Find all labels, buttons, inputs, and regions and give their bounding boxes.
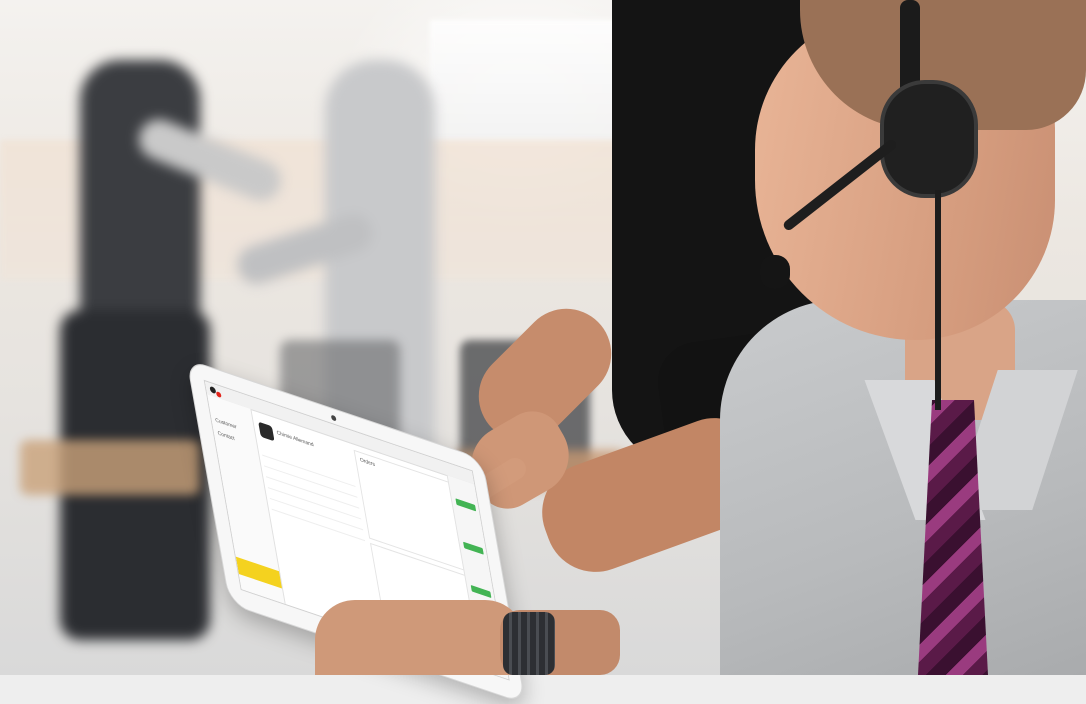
headset-cable xyxy=(935,190,941,410)
wristwatch-icon xyxy=(503,612,555,675)
sidebar-active-item[interactable] xyxy=(235,556,283,589)
section-label: Orders xyxy=(359,456,376,469)
action-button[interactable] xyxy=(455,498,477,512)
tablet-camera-icon xyxy=(330,414,337,422)
customer-avatar xyxy=(258,421,275,442)
walker-torso xyxy=(80,60,200,320)
chair-left xyxy=(20,440,200,495)
headset-earcup-icon xyxy=(880,80,978,198)
sidebar-item-customer[interactable]: Customer xyxy=(215,417,237,431)
action-button[interactable] xyxy=(470,584,492,599)
holding-hand xyxy=(315,600,525,675)
sidebar-item-contact[interactable]: Contact xyxy=(217,430,235,442)
walking-person xyxy=(40,20,288,640)
profile-title: Chimie Allemand xyxy=(276,429,315,449)
microphone-icon xyxy=(760,255,790,289)
action-button[interactable] xyxy=(463,541,484,555)
